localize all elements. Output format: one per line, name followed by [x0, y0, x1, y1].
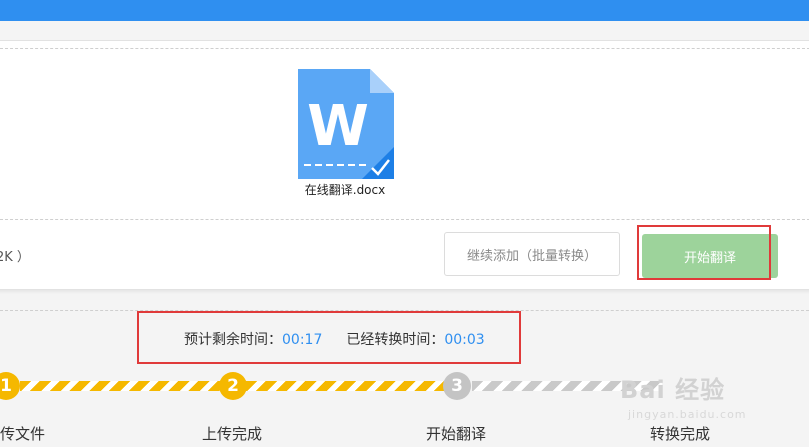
baidu-watermark: Bai 经验	[620, 376, 726, 404]
upload-panel: W 在线翻译.docx 2K ） 继续添加（批量转换） 开始翻译	[0, 40, 809, 290]
uploaded-file[interactable]: W	[298, 69, 394, 179]
elapsed-time-value: 00:03	[444, 332, 485, 348]
svg-text:W: W	[307, 94, 369, 159]
top-bar	[0, 0, 809, 21]
step-1-circle: 1	[0, 372, 20, 400]
elapsed-time-label: 已经转换时间：	[346, 332, 445, 348]
remaining-time-label: 预计剩余时间：	[184, 332, 282, 348]
step-2-label: 上传完成	[202, 425, 263, 443]
timing-row: 预计剩余时间：00:17 已经转换时间：00:03	[184, 329, 485, 349]
start-translate-button[interactable]: 开始翻译	[642, 234, 778, 278]
panel-divider-bottom	[0, 219, 809, 220]
step-3-label: 开始翻译	[426, 425, 487, 443]
continue-add-button[interactable]: 继续添加（批量转换）	[444, 232, 620, 276]
file-name: 在线翻译.docx	[304, 183, 386, 197]
progress-segment-1	[20, 381, 220, 391]
file-size-text: 2K ）	[0, 250, 30, 265]
panel-divider-top	[0, 48, 809, 49]
progress-segment-2	[246, 381, 444, 391]
baidu-watermark-url: jingyan.baidu.com	[628, 408, 747, 421]
step-4-label: 转换完成	[650, 425, 711, 443]
step-1-label: 传文件	[0, 425, 46, 443]
step-2-circle: 2	[219, 372, 247, 400]
remaining-time-value: 00:17	[282, 332, 323, 348]
step-3-circle: 3	[443, 372, 471, 400]
word-doc-icon: W	[298, 69, 394, 179]
